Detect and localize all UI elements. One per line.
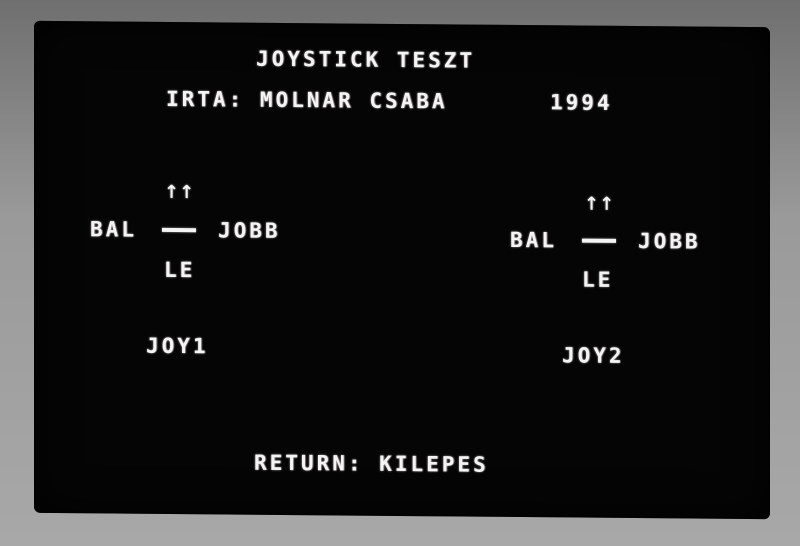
monitor-bezel: JOYSTICK TESZT IRTA: MOLNAR CSABA 1994 ↑… <box>0 0 800 546</box>
joy2-panel: ↑↑ BAL JOBB LE JOY2 <box>34 21 770 368</box>
exit-instruction: RETURN: KILEPES <box>254 450 489 477</box>
joy2-left-label: BAL <box>510 227 557 253</box>
joy2-label: JOY2 <box>562 343 625 368</box>
joy1-down-label: LE <box>164 257 196 283</box>
joy2-up-arrows-icon: ↑↑ <box>584 193 615 215</box>
joy1-panel: ↑↑ BAL JOBB LE JOY1 <box>34 21 770 358</box>
year-label: 1994 <box>550 90 613 115</box>
author-line: IRTA: MOLNAR CSABA <box>166 86 448 114</box>
joy1-center-indicator <box>162 227 196 233</box>
joy2-down-label: LE <box>582 267 614 292</box>
crt-screen: JOYSTICK TESZT IRTA: MOLNAR CSABA 1994 ↑… <box>34 20 770 520</box>
joy1-right-label: JOBB <box>218 218 281 243</box>
joy2-center-indicator <box>582 238 616 243</box>
joy2-right-label: JOBB <box>638 229 701 254</box>
joy1-left-label: BAL <box>90 217 137 242</box>
joy1-label: JOY1 <box>146 333 209 359</box>
joy1-up-arrows-icon: ↑↑ <box>164 181 195 204</box>
program-title: JOYSTICK TESZT <box>256 46 476 73</box>
